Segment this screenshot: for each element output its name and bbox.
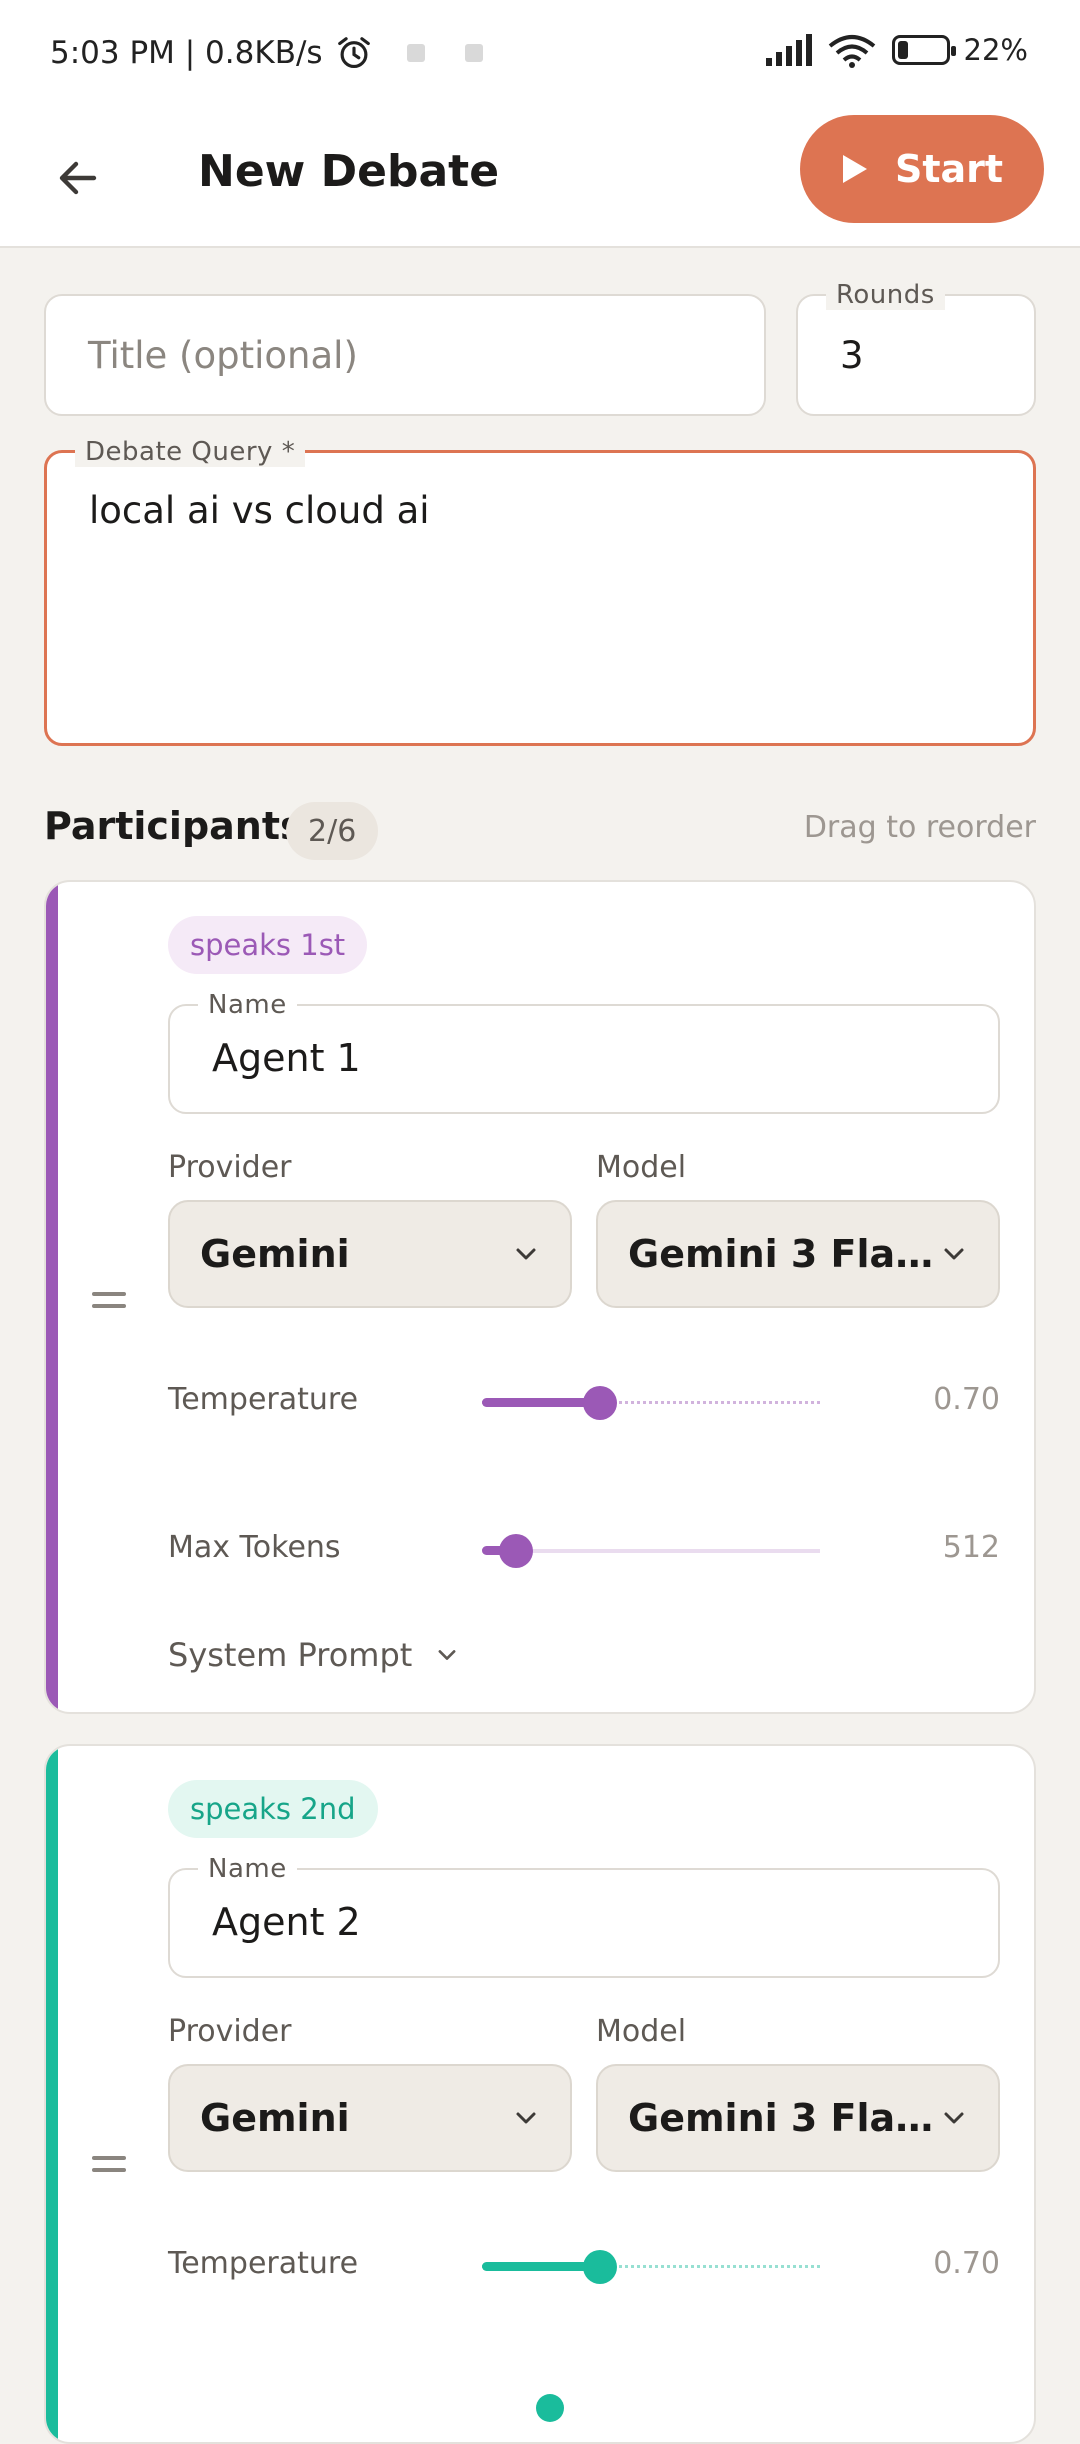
title-input[interactable]: Title (optional)	[44, 294, 766, 416]
card-accent-bar	[46, 882, 58, 1712]
participant-card-2: speaks 2nd Name Agent 2 Provider Model G…	[44, 1744, 1036, 2444]
signal-icon	[765, 34, 812, 66]
arrow-back-icon	[59, 161, 97, 195]
participants-count-badge: 2/6	[286, 802, 379, 860]
drag-handle-icon[interactable]	[92, 1292, 126, 1316]
provider-select[interactable]: Gemini	[168, 1200, 572, 1308]
status-time: 5:03 PM | 0.8KB/s	[50, 35, 323, 71]
slider-thumb[interactable]	[583, 2250, 617, 2284]
speaks-order-badge: speaks 2nd	[168, 1780, 378, 1838]
play-icon	[842, 155, 867, 183]
max-tokens-slider[interactable]	[482, 1534, 820, 1568]
notification-icon	[406, 44, 425, 62]
status-right: 22%	[765, 32, 1028, 68]
drag-handle-icon[interactable]	[92, 2156, 126, 2180]
alarm-icon	[337, 37, 370, 69]
provider-label: Provider	[168, 2014, 292, 2049]
model-label: Model	[596, 2014, 687, 2049]
name-input[interactable]: Name Agent 2	[168, 1854, 1000, 1978]
rounds-label: Rounds	[826, 280, 945, 310]
name-label: Name	[198, 1854, 297, 1884]
battery-icon	[891, 35, 956, 65]
drag-hint: Drag to reorder	[803, 810, 1036, 845]
app-bar: New Debate Start	[0, 110, 1080, 248]
name-value: Agent 1	[212, 1036, 361, 1080]
chevron-down-icon	[944, 2112, 964, 2124]
card-accent-bar	[46, 1746, 58, 2442]
participants-title: Participants	[44, 804, 303, 848]
name-input[interactable]: Name Agent 1	[168, 990, 1000, 1114]
wifi-icon	[828, 35, 875, 68]
provider-select[interactable]: Gemini	[168, 2064, 572, 2172]
temperature-slider[interactable]	[482, 1386, 820, 1420]
page-title: New Debate	[198, 146, 500, 197]
model-value: Gemini 3 Flas...	[628, 1232, 940, 1276]
battery-level	[897, 41, 908, 59]
battery-percent: 22%	[963, 33, 1028, 67]
participant-card-1: speaks 1st Name Agent 1 Provider Model G…	[44, 880, 1036, 1714]
start-button-label: Start	[894, 147, 1004, 191]
max-tokens-value: 512	[942, 1530, 1000, 1565]
name-value: Agent 2	[212, 1900, 361, 1944]
name-label: Name	[198, 990, 297, 1020]
rounds-input[interactable]: Rounds 3	[796, 280, 1036, 416]
chevron-down-icon	[944, 1248, 964, 1260]
title-placeholder: Title (optional)	[88, 334, 358, 377]
system-prompt-toggle[interactable]: System Prompt	[168, 1636, 460, 1674]
provider-value: Gemini	[200, 1232, 350, 1276]
temperature-label: Temperature	[168, 1382, 359, 1417]
slider-thumb[interactable]	[499, 1534, 533, 1568]
temperature-label: Temperature	[168, 2246, 359, 2281]
provider-value: Gemini	[200, 2096, 350, 2140]
chevron-down-icon	[516, 2112, 536, 2124]
temperature-value: 0.70	[933, 1382, 1000, 1417]
model-value: Gemini 3 Flas...	[628, 2096, 940, 2140]
system-prompt-label: System Prompt	[168, 1636, 413, 1674]
rounds-value: 3	[840, 334, 864, 377]
debate-query-input[interactable]: Debate Query * local ai vs cloud ai	[44, 437, 1036, 746]
status-bar: 5:03 PM | 0.8KB/s 22%	[0, 0, 1080, 110]
slider-thumb[interactable]	[583, 1386, 617, 1420]
chevron-down-icon	[516, 1248, 536, 1260]
partial-slider-thumb	[536, 2394, 564, 2422]
model-label: Model	[596, 1150, 687, 1185]
back-button[interactable]	[40, 140, 116, 216]
debate-query-label: Debate Query *	[75, 437, 306, 467]
start-button[interactable]: Start	[800, 115, 1044, 223]
model-select[interactable]: Gemini 3 Flas...	[596, 1200, 1000, 1308]
speaks-order-badge: speaks 1st	[168, 916, 368, 974]
max-tokens-label: Max Tokens	[168, 1530, 341, 1565]
notification-icon	[464, 44, 483, 62]
temperature-slider[interactable]	[482, 2250, 820, 2284]
provider-label: Provider	[168, 1150, 292, 1185]
temperature-value: 0.70	[933, 2246, 1000, 2281]
model-select[interactable]: Gemini 3 Flas...	[596, 2064, 1000, 2172]
status-left: 5:03 PM | 0.8KB/s	[50, 34, 483, 72]
debate-query-value: local ai vs cloud ai	[89, 489, 430, 532]
chevron-down-icon	[438, 1650, 456, 1660]
